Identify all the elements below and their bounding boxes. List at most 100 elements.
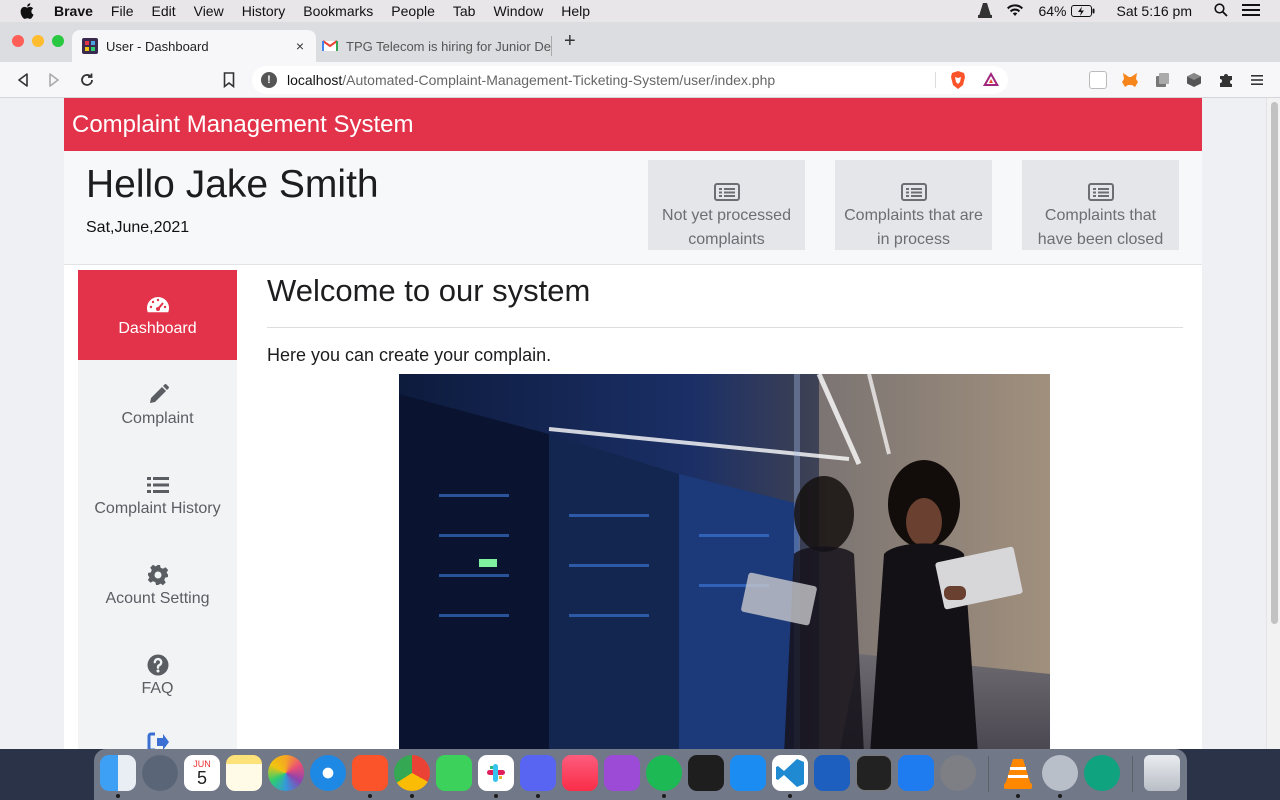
brave-icon[interactable] [352, 755, 388, 791]
running-indicator [1016, 794, 1020, 798]
sidebar-item-label: Complaint History [94, 499, 221, 517]
battery-icon [1070, 5, 1094, 17]
vlc-status-icon[interactable] [978, 2, 993, 21]
figma-icon[interactable] [688, 755, 724, 791]
trash-icon[interactable] [1144, 755, 1180, 791]
slack-icon[interactable] [478, 755, 514, 791]
brand-title[interactable]: Complaint Management System [64, 98, 1202, 151]
terminal-icon[interactable] [856, 755, 892, 791]
xcode-icon[interactable] [898, 755, 934, 791]
stat-label-line1: Not yet processed [662, 207, 791, 224]
podcasts-icon[interactable] [604, 755, 640, 791]
menubar-clock[interactable]: Sat 5:16 pm [1117, 3, 1193, 19]
menu-help[interactable]: Help [561, 3, 590, 19]
address-bar[interactable]: ! localhost/Automated-Complaint-Manageme… [252, 66, 1008, 94]
sidebar-item-account-setting[interactable]: Acount Setting [78, 540, 237, 630]
menu-view[interactable]: View [194, 3, 224, 19]
url-text[interactable]: localhost/Automated-Complaint-Management… [287, 72, 775, 88]
tab-user-dashboard[interactable]: User - Dashboard × [72, 30, 316, 62]
browser-toolbar: ! localhost/Automated-Complaint-Manageme… [0, 62, 1280, 98]
tab-close-icon[interactable]: × [290, 38, 310, 54]
url-host: localhost [287, 72, 343, 88]
sidebar-item-label: Dashboard [118, 319, 197, 337]
brave-shields-icon[interactable] [950, 71, 966, 92]
menu-bookmarks[interactable]: Bookmarks [303, 3, 373, 19]
preferences-icon[interactable] [1042, 755, 1078, 791]
music-icon[interactable] [562, 755, 598, 791]
tab-title: TPG Telecom is hiring for Junior De [346, 38, 551, 54]
stat-not-processed[interactable]: Not yet processed complaints [648, 160, 805, 250]
extension-react-icon[interactable] [1089, 71, 1107, 89]
running-indicator [1058, 794, 1062, 798]
running-indicator [662, 794, 666, 798]
tachometer-icon [146, 293, 170, 317]
extensions-puzzle-icon[interactable] [1217, 71, 1235, 89]
scrollbar-thumb[interactable] [1271, 102, 1278, 624]
sidebar-item-dashboard[interactable]: Dashboard [78, 270, 237, 360]
page-viewport[interactable]: Complaint Management System Hello Jake S… [0, 98, 1280, 749]
close-window-button[interactable] [12, 35, 24, 47]
gmail-icon [322, 40, 338, 51]
menu-window[interactable]: Window [493, 3, 543, 19]
system-preferences-icon[interactable] [940, 755, 976, 791]
sidebar-item-complaint[interactable]: Complaint [78, 360, 237, 450]
browser-menu-icon[interactable] [1250, 71, 1268, 89]
vlc-icon[interactable] [1000, 755, 1036, 791]
back-icon[interactable] [13, 70, 33, 90]
spotify-icon[interactable] [646, 755, 682, 791]
menu-app-name[interactable]: Brave [54, 3, 93, 19]
finder-icon[interactable] [100, 755, 136, 791]
launchpad-icon[interactable] [142, 755, 178, 791]
control-center-icon[interactable] [1242, 3, 1260, 20]
vscode-icon[interactable] [772, 755, 808, 791]
minimize-window-button[interactable] [32, 35, 44, 47]
notes-icon[interactable] [226, 755, 262, 791]
extension-copy-icon[interactable] [1153, 71, 1171, 89]
sidebar-item-logout[interactable] [78, 720, 237, 749]
discord-icon[interactable] [520, 755, 556, 791]
page-scrollbar[interactable] [1266, 98, 1280, 749]
pencil-icon [147, 383, 169, 407]
forward-icon[interactable] [44, 70, 64, 90]
menu-history[interactable]: History [242, 3, 286, 19]
photos-icon[interactable] [268, 755, 304, 791]
stat-label-line1: Complaints that [1044, 207, 1157, 224]
new-tab-button[interactable]: + [564, 30, 576, 53]
facetime-icon[interactable] [436, 755, 472, 791]
chrome-icon[interactable] [394, 755, 430, 791]
calendar-icon[interactable]: JUN 5 [184, 755, 220, 791]
menu-tab[interactable]: Tab [453, 3, 476, 19]
dock-separator [1132, 756, 1133, 792]
zoom-window-button[interactable] [52, 35, 64, 47]
running-indicator [494, 794, 498, 798]
welcome-heading: Welcome to our system [267, 273, 591, 308]
menu-file[interactable]: File [111, 3, 134, 19]
sidebar-item-faq[interactable]: FAQ [78, 630, 237, 720]
stat-in-process[interactable]: Complaints that are in process [835, 160, 992, 250]
menu-edit[interactable]: Edit [151, 3, 175, 19]
spotlight-search-icon[interactable] [1214, 2, 1228, 20]
brave-rewards-icon[interactable] [982, 71, 1000, 90]
battery-status[interactable]: 64% [1038, 3, 1094, 19]
apple-icon[interactable] [20, 3, 38, 19]
extension-cube-icon[interactable] [1185, 71, 1203, 89]
wifi-icon[interactable] [1006, 3, 1024, 20]
chatgpt-icon[interactable] [1084, 755, 1120, 791]
word-icon[interactable] [814, 755, 850, 791]
sidebar-item-label: Complaint [121, 409, 194, 427]
menu-people[interactable]: People [391, 3, 435, 19]
stat-closed[interactable]: Complaints that have been closed [1022, 160, 1179, 250]
window-controls [12, 35, 72, 47]
tab-tpg-telecom[interactable]: TPG Telecom is hiring for Junior De [320, 36, 552, 56]
metamask-icon[interactable] [1121, 71, 1139, 89]
reload-icon[interactable] [77, 70, 97, 90]
tab-title: User - Dashboard [106, 38, 209, 54]
greeting-heading: Hello Jake Smith [86, 163, 379, 206]
safari-icon[interactable] [310, 755, 346, 791]
bookmark-icon[interactable] [219, 70, 239, 90]
battery-percent: 64% [1038, 3, 1067, 19]
site-info-icon[interactable]: ! [261, 72, 277, 88]
sidebar-item-complaint-history[interactable]: Complaint History [78, 450, 237, 540]
app-store-icon[interactable] [730, 755, 766, 791]
heading-divider [267, 327, 1183, 328]
